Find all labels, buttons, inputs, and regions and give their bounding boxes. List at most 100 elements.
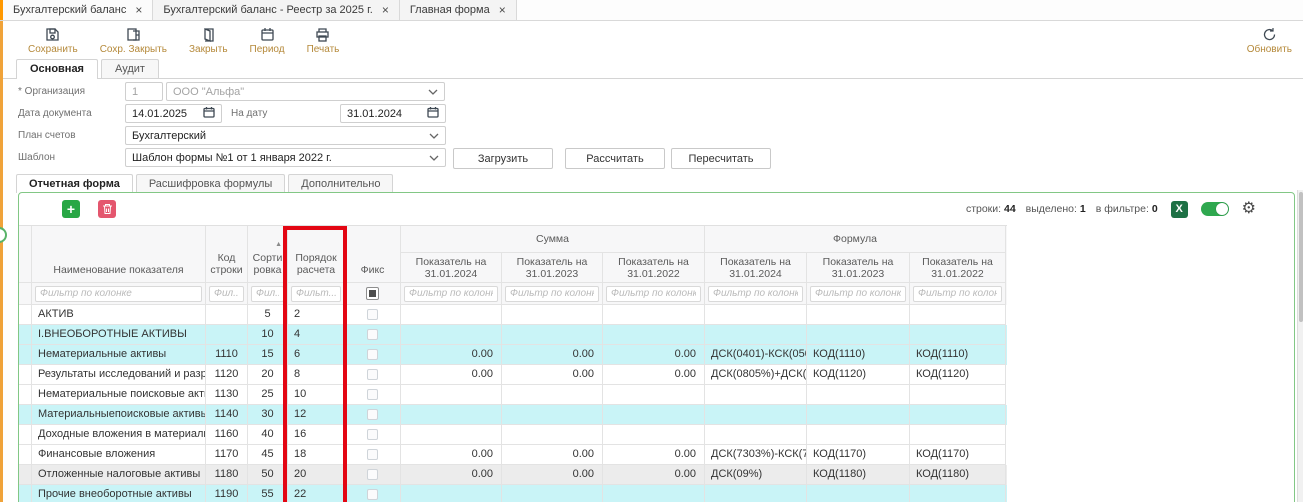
table-row[interactable]: I.ВНЕОБОРОТНЫЕ АКТИВЫ104 xyxy=(19,325,1007,345)
cell[interactable] xyxy=(910,485,1006,502)
indicator-name-cell[interactable]: Финансовые вложения xyxy=(32,445,206,465)
calendar-icon[interactable] xyxy=(203,106,215,121)
filter-sort-input[interactable] xyxy=(251,286,284,302)
table-row[interactable]: АКТИВ52 xyxy=(19,305,1007,325)
cell[interactable] xyxy=(19,305,32,325)
cell[interactable] xyxy=(19,405,32,425)
window-tab-main-form[interactable]: Главная форма × xyxy=(400,0,517,20)
cell[interactable] xyxy=(603,305,705,325)
cell[interactable]: 20 xyxy=(248,365,288,385)
cell[interactable] xyxy=(345,305,401,325)
cell[interactable] xyxy=(910,385,1006,405)
cell[interactable]: 45 xyxy=(248,445,288,465)
filter-formula-2023-input[interactable] xyxy=(810,286,906,302)
cell[interactable] xyxy=(345,385,401,405)
cell[interactable]: 15 xyxy=(248,345,288,365)
cell[interactable]: 30 xyxy=(248,405,288,425)
filter-sum-2023-input[interactable] xyxy=(505,286,599,302)
on-date-field[interactable]: 31.01.2024 xyxy=(340,104,446,123)
fix-checkbox[interactable] xyxy=(367,389,378,400)
cell[interactable]: 8 xyxy=(288,365,345,385)
cell[interactable]: 0.00 xyxy=(502,365,603,385)
cell[interactable] xyxy=(19,325,32,345)
header-order[interactable]: Порядок расчета xyxy=(288,226,345,283)
cell[interactable]: 0.00 xyxy=(502,345,603,365)
table-row[interactable]: Нематериальные активы11101560.000.000.00… xyxy=(19,345,1007,365)
filter-order-input[interactable] xyxy=(291,286,341,302)
cell[interactable] xyxy=(502,425,603,445)
cell[interactable]: 1140 xyxy=(206,405,248,425)
fix-checkbox[interactable] xyxy=(367,489,378,500)
cell[interactable]: 40 xyxy=(248,425,288,445)
close-icon[interactable]: × xyxy=(499,4,506,16)
cell[interactable] xyxy=(603,485,705,502)
cell[interactable]: 2 xyxy=(288,305,345,325)
cell[interactable] xyxy=(19,345,32,365)
tab-audit[interactable]: Аудит xyxy=(101,59,159,78)
cell[interactable]: 20 xyxy=(288,465,345,485)
cell[interactable] xyxy=(345,365,401,385)
table-row[interactable]: Прочие внеоборотные активы11905522 xyxy=(19,485,1007,502)
filter-formula-2024-input[interactable] xyxy=(708,286,803,302)
print-button[interactable]: Печать xyxy=(296,25,351,56)
filter-code-input[interactable] xyxy=(209,286,244,302)
cell[interactable]: ДСК(0805%)+ДСК(08... xyxy=(705,365,807,385)
cell[interactable]: КОД(1180) xyxy=(910,465,1006,485)
cell[interactable] xyxy=(401,425,502,445)
fix-filter-checkbox[interactable] xyxy=(366,287,379,300)
cell[interactable] xyxy=(502,385,603,405)
table-row[interactable]: Нематериальные поисковые активы11302510 xyxy=(19,385,1007,405)
fix-checkbox[interactable] xyxy=(367,429,378,440)
filter-sum-2024-input[interactable] xyxy=(404,286,498,302)
table-row[interactable]: Отложенные налоговые активы118050200.000… xyxy=(19,465,1007,485)
organization-code-field[interactable]: 1 xyxy=(125,82,163,101)
cell[interactable]: 0.00 xyxy=(603,345,705,365)
tab-formula-breakdown[interactable]: Расшифровка формулы xyxy=(136,174,285,193)
vertical-scrollbar[interactable] xyxy=(1297,190,1303,502)
cell[interactable]: 1110 xyxy=(206,345,248,365)
cell[interactable]: 4 xyxy=(288,325,345,345)
cell[interactable] xyxy=(603,385,705,405)
cell[interactable] xyxy=(705,325,807,345)
organization-select[interactable]: ООО "Альфа" xyxy=(166,82,445,101)
delete-row-button[interactable] xyxy=(98,200,116,218)
document-date-field[interactable]: 14.01.2025 xyxy=(125,104,222,123)
cell[interactable] xyxy=(910,425,1006,445)
cell[interactable]: КОД(1110) xyxy=(910,345,1006,365)
cell[interactable]: 0.00 xyxy=(401,465,502,485)
indicator-name-cell[interactable]: Результаты исследований и разработок xyxy=(32,365,206,385)
close-button[interactable]: Закрыть xyxy=(178,25,239,56)
cell[interactable] xyxy=(502,405,603,425)
cell[interactable] xyxy=(401,485,502,502)
cell[interactable]: 25 xyxy=(248,385,288,405)
close-icon[interactable]: × xyxy=(382,4,389,16)
cell[interactable]: 55 xyxy=(248,485,288,502)
cell[interactable] xyxy=(705,405,807,425)
table-row[interactable]: Доходные вложения в материальные ц...116… xyxy=(19,425,1007,445)
cell[interactable] xyxy=(19,425,32,445)
filter-toggle[interactable] xyxy=(1201,202,1229,216)
window-tab-registry[interactable]: Бухгалтерский баланс - Реестр за 2025 г.… xyxy=(153,0,399,20)
header-formula-2024[interactable]: Показатель на 31.01.2024 xyxy=(705,253,807,283)
header-sum-2022[interactable]: Показатель на 31.01.2022 xyxy=(603,253,705,283)
cell[interactable] xyxy=(705,425,807,445)
cell[interactable] xyxy=(19,385,32,405)
cell[interactable]: 1130 xyxy=(206,385,248,405)
cell[interactable]: 0.00 xyxy=(401,445,502,465)
window-tab-balance[interactable]: Бухгалтерский баланс × xyxy=(0,0,153,20)
cell[interactable]: КОД(1110) xyxy=(807,345,910,365)
cell[interactable]: 1190 xyxy=(206,485,248,502)
header-formula-2022[interactable]: Показатель на 31.01.2022 xyxy=(910,253,1006,283)
cell[interactable]: КОД(1120) xyxy=(910,365,1006,385)
cell[interactable]: 18 xyxy=(288,445,345,465)
cell[interactable]: 5 xyxy=(248,305,288,325)
cell[interactable]: 0.00 xyxy=(502,465,603,485)
cell[interactable] xyxy=(603,425,705,445)
cell[interactable] xyxy=(401,325,502,345)
cell[interactable]: 0.00 xyxy=(502,445,603,465)
cell[interactable]: ДСК(0401)-КСК(0501) xyxy=(705,345,807,365)
gear-icon[interactable]: ⚙ xyxy=(1242,201,1256,217)
cell[interactable]: 0.00 xyxy=(603,445,705,465)
cell[interactable] xyxy=(345,345,401,365)
cell[interactable] xyxy=(807,485,910,502)
